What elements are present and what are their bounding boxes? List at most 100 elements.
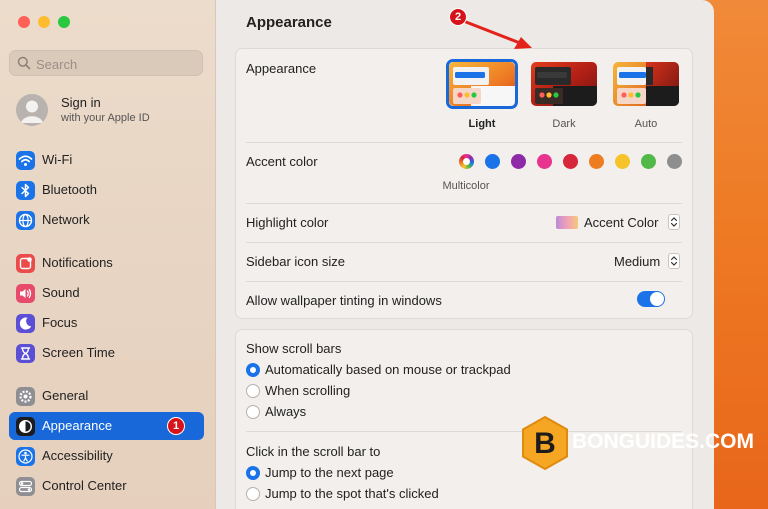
accent-selected-name: Multicolor [442,180,490,192]
divider [246,242,682,243]
toggle-knob [650,292,664,306]
sidebar: Sign in with your Apple ID Wi-Fi Bluetoo… [0,0,216,509]
sidebar-item-label: Wi-Fi [42,152,73,167]
radio-jump-next-page[interactable] [246,466,260,480]
sidebar-item-label: Notifications [42,255,113,270]
appearance-icon [16,417,35,436]
sidebar-item-label: Screen Time [42,345,115,360]
radio-automatically-label[interactable]: Automatically based on mouse or trackpad [265,362,511,377]
network-icon [16,211,35,230]
step-callout-2: 2 [449,8,467,26]
sidebar-item-appearance[interactable]: Appearance 1 [9,412,204,440]
svg-text:B: B [534,427,556,460]
accent-color-purple[interactable] [511,154,526,169]
click-scroll-bar-label: Click in the scroll bar to [246,444,381,459]
accent-color-orange[interactable] [589,154,604,169]
bluetooth-icon [16,181,35,200]
sidebar-icon-size-popup-arrows[interactable] [668,253,680,269]
highlight-color-popup-arrows[interactable] [668,214,680,230]
account-name: Sign in [61,95,101,110]
speaker-icon [16,284,35,303]
sidebar-item-label: Sound [42,285,80,300]
close-window-button[interactable] [18,16,30,28]
auto-option-label: Auto [634,118,658,130]
moon-icon [16,314,35,333]
account-subtitle: with your Apple ID [61,112,150,124]
highlight-color-label: Highlight color [246,215,329,230]
sidebar-item-network[interactable]: Network [9,206,204,234]
watermark-text: BONGUIDES.COM [572,430,755,453]
hourglass-icon [16,344,35,363]
light-option-label: Light [468,118,496,130]
sidebar-item-label: Bluetooth [42,182,97,197]
accent-color-multicolor[interactable] [459,154,474,169]
sidebar-icon-size-label: Sidebar icon size [246,254,345,269]
radio-jump-to-spot-label[interactable]: Jump to the spot that's clicked [265,486,439,501]
radio-automatically[interactable] [246,363,260,377]
sidebar-item-sound[interactable]: Sound [9,279,204,307]
divider [246,281,682,282]
chevron-up-down-icon [670,217,678,227]
sidebar-item-control-center[interactable]: Control Center [9,472,204,500]
highlight-color-preview [556,216,578,229]
avatar [16,94,48,126]
accent-color-pink[interactable] [537,154,552,169]
sidebar-item-label: Control Center [42,478,127,493]
sidebar-item-bluetooth[interactable]: Bluetooth [9,176,204,204]
sidebar-item-accessibility[interactable]: Accessibility [9,442,204,470]
scroll-bar-settings-card: Show scroll bars Automatically based on … [235,329,693,509]
accent-color-graphite[interactable] [667,154,682,169]
search-field[interactable] [9,50,203,76]
radio-jump-to-spot[interactable] [246,487,260,501]
auto-mode-thumbnail[interactable] [613,62,679,106]
accessibility-icon [16,447,35,466]
highlight-color-value[interactable]: Accent Color [584,215,658,230]
accent-color-blue[interactable] [485,154,500,169]
dark-option-label: Dark [552,118,576,130]
accent-color-yellow[interactable] [615,154,630,169]
accent-color-green[interactable] [641,154,656,169]
light-mode-thumbnail[interactable] [449,62,515,106]
wallpaper-tinting-toggle[interactable] [637,291,665,307]
sidebar-item-label: Appearance [42,418,113,433]
radio-jump-next-page-label[interactable]: Jump to the next page [265,465,394,480]
control-center-icon [16,477,35,496]
radio-when-scrolling-label[interactable]: When scrolling [265,383,350,398]
search-icon [17,56,31,70]
radio-always[interactable] [246,405,260,419]
sidebar-item-label: Accessibility [42,448,113,463]
sidebar-item-label: Network [42,212,90,227]
wifi-icon [16,151,35,170]
sidebar-item-general[interactable]: General [9,382,204,410]
divider [246,142,682,143]
divider [246,203,682,204]
accent-color-red[interactable] [563,154,578,169]
gear-icon [16,387,35,406]
page-title: Appearance [246,14,332,31]
minimize-window-button[interactable] [38,16,50,28]
sidebar-item-screen-time[interactable]: Screen Time [9,339,204,367]
sidebar-icon-size-value[interactable]: Medium [614,254,660,269]
appearance-settings-card: Appearance Light Dark Auto Accent color … [235,48,693,319]
zoom-window-button[interactable] [58,16,70,28]
sidebar-item-notifications[interactable]: Notifications [9,249,204,277]
step-callout-badge: 1 [167,417,185,435]
person-icon [21,100,43,123]
bonguides-watermark: B BONGUIDES.COM [520,415,754,476]
bell-icon [16,254,35,273]
show-scroll-bars-label: Show scroll bars [246,341,342,356]
accent-color-label: Accent color [246,154,318,169]
sidebar-item-wifi[interactable]: Wi-Fi [9,146,204,174]
bonguides-logo-icon: B [522,415,568,471]
search-input[interactable] [34,54,198,74]
chevron-up-down-icon [670,256,678,266]
radio-when-scrolling[interactable] [246,384,260,398]
wallpaper-tinting-label: Allow wallpaper tinting in windows [246,293,442,308]
dark-mode-thumbnail[interactable] [531,62,597,106]
sidebar-item-label: General [42,388,89,403]
appearance-row-label: Appearance [246,61,317,76]
apple-id-account[interactable]: Sign in with your Apple ID [16,94,206,128]
radio-always-label[interactable]: Always [265,404,306,419]
sidebar-item-focus[interactable]: Focus [9,309,204,337]
sidebar-item-label: Focus [42,315,78,330]
